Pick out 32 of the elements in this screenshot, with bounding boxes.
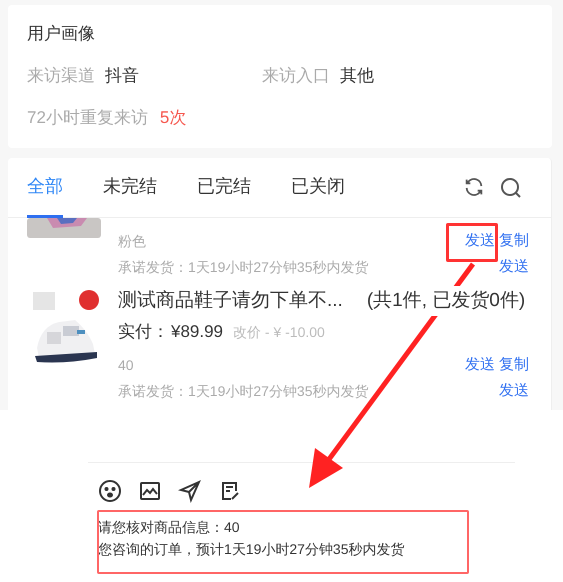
field-label: 来访入口 [262, 65, 330, 87]
paid-label: 实付： [118, 321, 169, 343]
field-value: 其他 [340, 65, 374, 87]
section-title: 用户画像 [27, 23, 96, 45]
emoji-icon[interactable] [98, 479, 122, 503]
search-icon[interactable] [499, 176, 523, 200]
send-link[interactable]: 发送 [499, 378, 529, 404]
image-icon[interactable] [138, 479, 162, 503]
tab[interactable]: 已完结 [197, 158, 251, 218]
item-count: (共1件, 已发货0件) [366, 286, 526, 316]
refresh-icon[interactable] [463, 176, 485, 198]
tab[interactable]: 已关闭 [291, 158, 345, 218]
highlight-box [446, 223, 498, 262]
ship-promise: 承诺发货：1天19小时27分钟35秒内发货 [118, 382, 369, 401]
revisit-count: 5次 [160, 107, 186, 129]
send-icon[interactable] [178, 479, 202, 503]
tab[interactable]: 未完结 [103, 158, 157, 218]
paid-price: ¥89.99 [171, 321, 223, 343]
send-link[interactable]: 发送 [465, 352, 495, 378]
product-title: 测试商品鞋子请勿下单不... [118, 289, 343, 313]
send-link[interactable]: 发送 [499, 254, 529, 280]
copy-link[interactable]: 复制 [499, 352, 529, 378]
copy-link[interactable]: 复制 [499, 228, 529, 254]
message-input[interactable]: 请您核对商品信息：40 您咨询的订单，预计1天19小时27分钟35秒内发货 [88, 511, 468, 560]
field-label: 来访渠道 [27, 65, 95, 87]
field-value: 抖音 [105, 65, 139, 87]
ship-promise: 承诺发货：1天19小时27分钟35秒内发货 [118, 258, 369, 277]
send-link[interactable]: 发送 [465, 228, 495, 254]
price-adjustment: 改价 - ¥ -10.00 [233, 323, 325, 342]
product-spec: 40 [118, 356, 135, 375]
field-label: 72小时重复来访 [27, 107, 148, 129]
product-spec: 粉色 [118, 232, 147, 251]
